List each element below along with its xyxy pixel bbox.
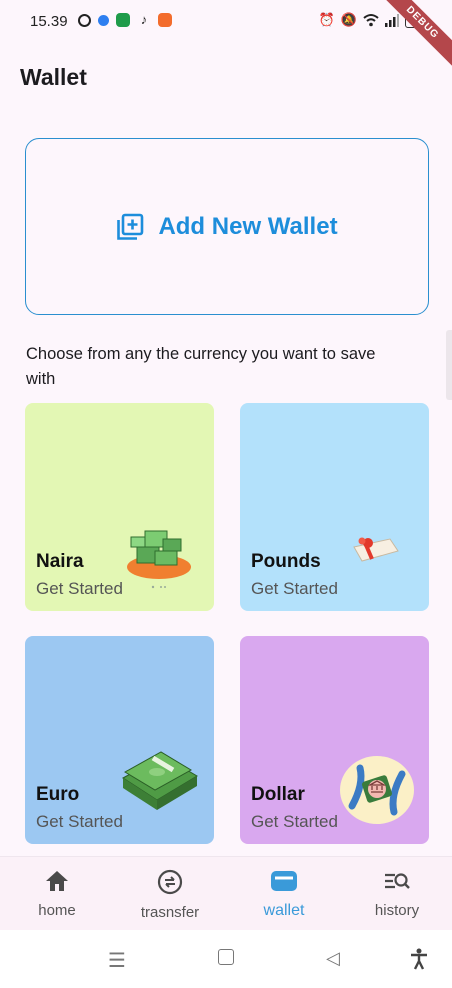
bank-hands-icon xyxy=(340,756,414,824)
status-app-icons: ♪ xyxy=(78,13,172,27)
currency-get-started: Get Started xyxy=(251,812,338,831)
wallet-icon xyxy=(271,871,297,891)
alarm-icon: ⏰ xyxy=(318,12,335,27)
nav-label: wallet xyxy=(263,902,305,919)
back-icon[interactable]: ◁ xyxy=(326,948,340,969)
nav-item-wallet[interactable]: wallet xyxy=(234,869,334,920)
add-box-icon xyxy=(117,213,144,240)
currency-get-started: Get Started xyxy=(36,812,123,831)
system-navigation-bar: ☰ ◁ xyxy=(0,930,452,988)
tiktok-icon: ♪ xyxy=(140,12,148,27)
wifi-icon xyxy=(363,14,379,27)
currency-name: Naira xyxy=(36,551,84,572)
currency-get-started: Get Started xyxy=(36,579,123,598)
edge-panel-handle[interactable] xyxy=(446,330,452,400)
home-square-icon[interactable] xyxy=(218,949,234,965)
cash-bundle-icon xyxy=(122,751,198,810)
debug-banner: DEBUG xyxy=(373,0,452,72)
nav-item-transfer[interactable]: trasnsfer xyxy=(120,869,220,921)
menu-icon[interactable]: ☰ xyxy=(108,948,126,973)
history-icon xyxy=(385,873,410,889)
home-icon xyxy=(46,871,68,891)
signal-icon xyxy=(384,13,399,27)
calendar-app-icon xyxy=(116,13,130,27)
add-new-wallet-label: Add New Wallet xyxy=(158,212,338,240)
transfer-icon xyxy=(157,869,183,895)
gift-money-icon xyxy=(353,537,399,562)
currency-card-euro[interactable]: Euro Get Started xyxy=(25,636,214,844)
currency-card-naira[interactable]: Naira Get Started xyxy=(25,403,214,611)
currency-card-pounds[interactable]: Pounds Get Started xyxy=(240,403,429,611)
currency-get-started: Get Started xyxy=(251,579,338,598)
shop-app-icon xyxy=(158,13,172,27)
nav-item-home[interactable]: home xyxy=(7,869,107,919)
accessibility-icon[interactable] xyxy=(410,948,428,970)
mute-icon: 🔕 xyxy=(340,12,357,27)
nav-label: history xyxy=(374,902,420,919)
bottom-navigation: home trasnsfer wallet history xyxy=(0,856,452,930)
nav-item-history[interactable]: history xyxy=(347,869,447,919)
whatsapp-icon xyxy=(78,13,91,27)
messenger-icon xyxy=(98,14,109,26)
currency-name: Pounds xyxy=(251,551,321,572)
status-bar: 15.39 ♪ ⏰ 🔕 84 DEBUG xyxy=(0,0,452,72)
currency-name: Dollar xyxy=(251,784,305,805)
status-time: 15.39 xyxy=(30,13,68,30)
add-new-wallet-button[interactable]: Add New Wallet xyxy=(25,138,429,315)
currency-card-dollar[interactable]: Dollar Get Started xyxy=(240,636,429,844)
nav-label: home xyxy=(38,902,76,919)
money-stack-icon xyxy=(127,530,191,589)
currency-name: Euro xyxy=(36,784,80,805)
page-title: Wallet xyxy=(20,64,87,90)
currency-intro-text: Choose from any the currency you want to… xyxy=(26,345,376,388)
nav-label: trasnsfer xyxy=(140,904,200,921)
